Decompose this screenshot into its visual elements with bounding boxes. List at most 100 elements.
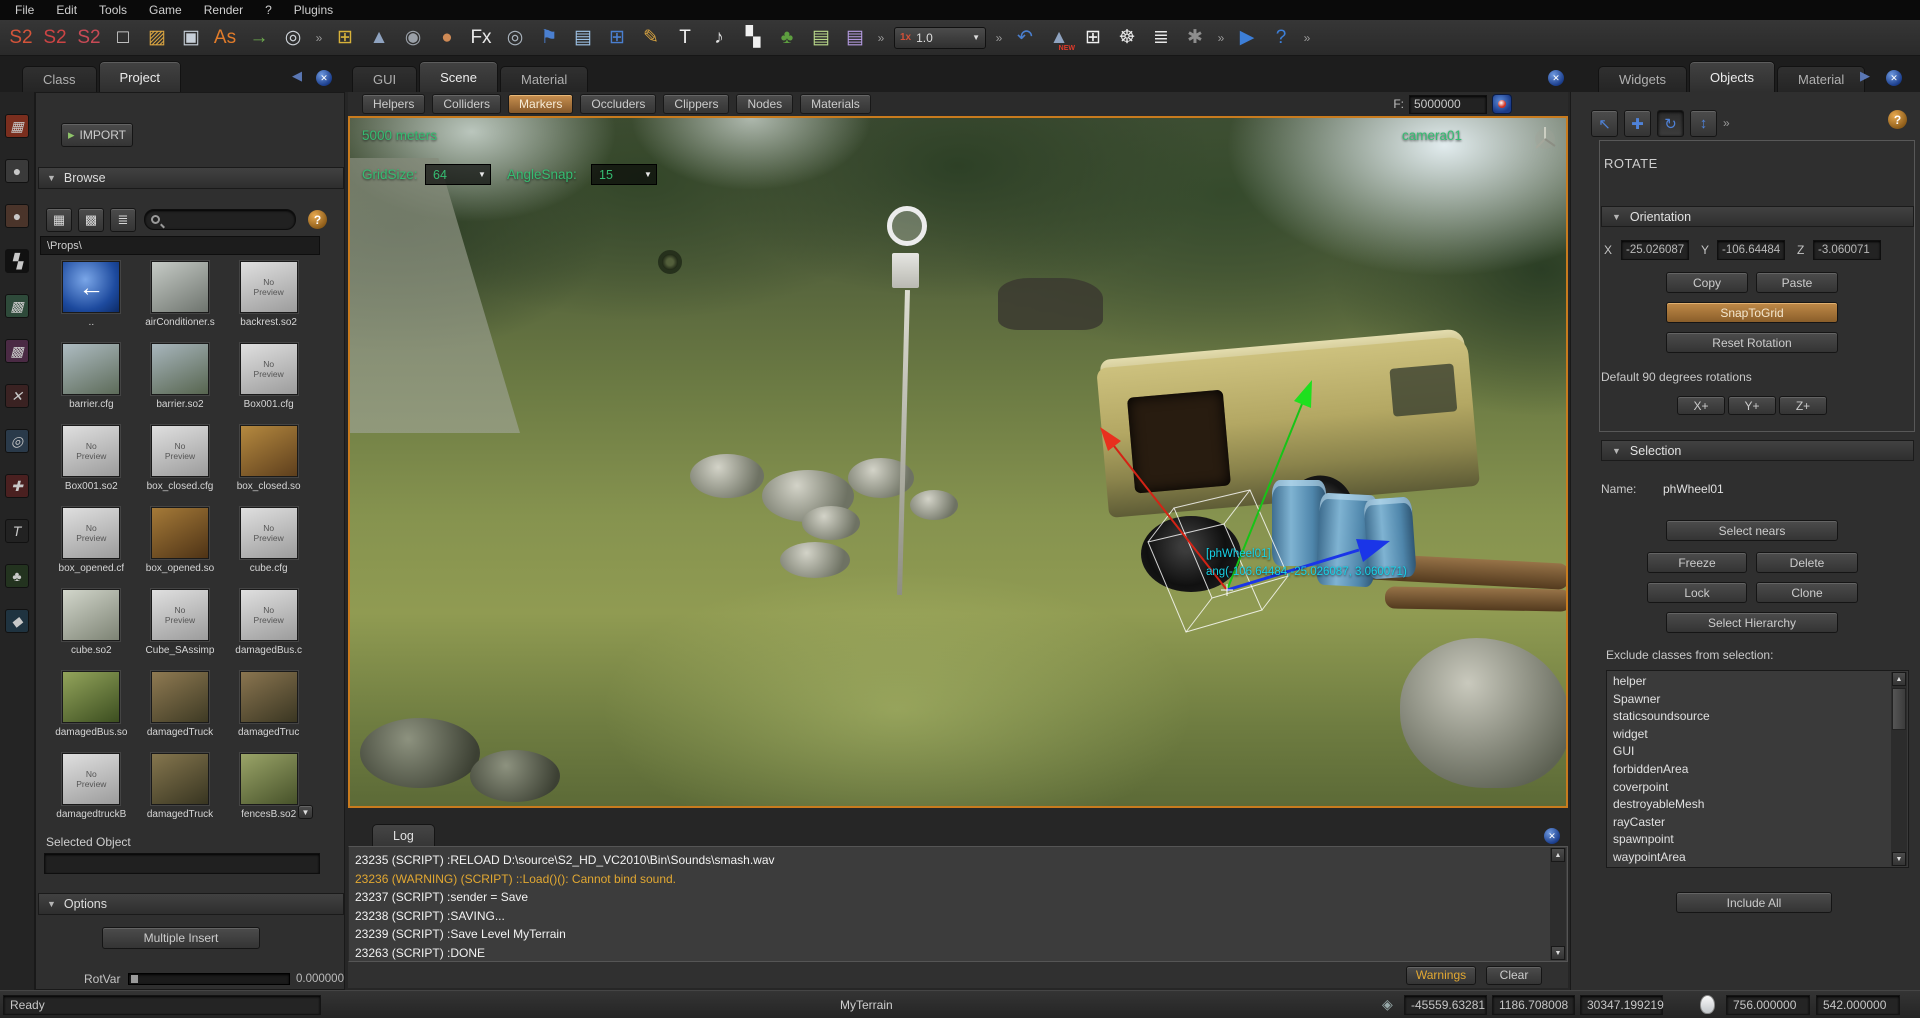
scene-mode-button[interactable]: Markers — [508, 94, 573, 114]
category-texture-icon[interactable]: ▩ — [5, 294, 29, 318]
scene-mode-button[interactable]: Helpers — [362, 94, 425, 114]
asset-item[interactable]: barrier.so2 — [137, 343, 224, 416]
center-view-tab[interactable]: Scene — [419, 61, 498, 92]
toolbar-overflow-icon[interactable]: » — [310, 23, 328, 53]
asset-item[interactable]: ← .. — [48, 261, 135, 334]
menu-item[interactable]: Tools — [88, 1, 138, 19]
asset-item[interactable]: No Preview cube.cfg — [225, 507, 312, 580]
delete-button[interactable]: Delete — [1756, 552, 1858, 573]
snapshot-icon[interactable] — [1492, 94, 1512, 114]
script-page-icon[interactable]: ▤ — [566, 23, 600, 53]
keyboard-icon[interactable]: ≣ — [1144, 23, 1178, 53]
panel-ball-icon[interactable]: ✕ — [1548, 70, 1564, 86]
select-nears-button[interactable]: Select nears — [1666, 520, 1838, 541]
clipboard-icon[interactable]: ✎ — [634, 23, 668, 53]
exclude-class-item[interactable]: coverpoint — [1613, 779, 1908, 797]
search-input[interactable] — [165, 213, 275, 227]
exclude-classes-list[interactable]: helperSpawnerstaticsoundsourcewidgetGUIf… — [1606, 670, 1909, 868]
browse-section-header[interactable]: ▼ Browse — [38, 167, 344, 189]
play-icon[interactable]: ▶ — [1230, 23, 1264, 53]
toolbar-overflow-icon[interactable]: » — [1298, 23, 1316, 53]
note-purple-icon[interactable]: ▤ — [838, 23, 872, 53]
open-folder-icon[interactable]: ▨ — [140, 23, 174, 53]
asset-item[interactable]: cube.so2 — [48, 589, 135, 662]
far-clip-input[interactable] — [1409, 95, 1487, 114]
menu-item[interactable]: Edit — [45, 1, 88, 19]
text-tool-icon[interactable]: T — [668, 23, 702, 53]
planet-icon[interactable]: ● — [430, 23, 464, 53]
exclude-class-item[interactable]: destroyableMesh — [1613, 796, 1908, 814]
tools-overflow-icon[interactable]: » — [1723, 116, 1730, 130]
save-as-icon[interactable]: As — [208, 23, 242, 53]
new-file-icon[interactable]: □ — [106, 23, 140, 53]
scene-mode-button[interactable]: Clippers — [663, 94, 729, 114]
rotate-y-plus-button[interactable]: Y+ — [1728, 396, 1776, 415]
list-view-button[interactable]: ≣ — [110, 208, 136, 232]
asset-item[interactable]: box_opened.so — [137, 507, 224, 580]
panel-ball-icon[interactable]: ✕ — [316, 70, 332, 86]
category-sphere-icon[interactable]: ● — [5, 159, 29, 183]
category-checker-icon[interactable]: ▚ — [5, 249, 29, 273]
scroll-down-icon[interactable]: ▼ — [1551, 946, 1565, 960]
vegetation-icon[interactable]: ♣ — [770, 23, 804, 53]
rubiks-cube-icon[interactable]: ⊞ — [328, 23, 362, 53]
viewport-3d[interactable]: 5000 meters camera01 GridSize: 64 ▼ Angl… — [348, 116, 1568, 808]
category-plant-icon[interactable]: ♣ — [5, 564, 29, 588]
scene-mode-button[interactable]: Materials — [800, 94, 871, 114]
scroll-up-icon[interactable]: ▲ — [1892, 672, 1906, 686]
asset-item[interactable]: box_closed.so — [225, 425, 312, 498]
category-health-icon[interactable]: ✚ — [5, 474, 29, 498]
log-console[interactable]: 23235 (SCRIPT) :RELOAD D:\source\S2_HD_V… — [348, 846, 1568, 962]
asset-item[interactable]: No Preview box_opened.cf — [48, 507, 135, 580]
scale-combo[interactable]: 1x 1.0 ▼ — [894, 27, 986, 49]
asset-item[interactable]: damagedTruc — [225, 671, 312, 744]
copy-button[interactable]: Copy — [1666, 272, 1748, 293]
slider-handle[interactable] — [131, 975, 138, 983]
asset-item[interactable]: airConditioner.s — [137, 261, 224, 334]
menu-item[interactable]: Game — [138, 1, 193, 19]
scrollbar-thumb[interactable] — [1892, 688, 1906, 730]
category-ball-icon[interactable]: ● — [5, 204, 29, 228]
toolbar-overflow-icon[interactable]: » — [990, 23, 1008, 53]
asset-search-box[interactable] — [144, 209, 296, 230]
scale-tool-icon[interactable]: ↕ — [1690, 110, 1717, 137]
left-panel-tab[interactable]: Project — [99, 61, 181, 92]
include-all-button[interactable]: Include All — [1676, 892, 1832, 913]
asset-item[interactable]: No Preview damagedBus.c — [225, 589, 312, 662]
large-icons-view-button[interactable]: ▦ — [46, 208, 72, 232]
hierarchy-icon[interactable]: ⊞ — [600, 23, 634, 53]
category-material-icon[interactable]: ▦ — [5, 114, 29, 138]
help-icon[interactable]: ? — [1888, 110, 1907, 129]
asset-item[interactable]: damagedTruck — [137, 753, 224, 826]
snowflake-icon[interactable]: ✱ — [1178, 23, 1212, 53]
center-view-tab[interactable]: GUI — [352, 66, 417, 92]
rotvar-slider[interactable] — [128, 973, 290, 985]
select-hierarchy-button[interactable]: Select Hierarchy — [1666, 612, 1838, 633]
exclude-class-item[interactable]: Spawner — [1613, 691, 1908, 709]
toolbar-overflow-icon[interactable]: » — [1212, 23, 1230, 53]
asset-item[interactable]: damagedBus.so — [48, 671, 135, 744]
clear-log-button[interactable]: Clear — [1486, 966, 1542, 985]
exclude-class-item[interactable]: spawnpoint — [1613, 831, 1908, 849]
menu-item[interactable]: File — [4, 1, 45, 19]
asset-item[interactable]: No Preview box_closed.cfg — [137, 425, 224, 498]
asset-item[interactable]: barrier.cfg — [48, 343, 135, 416]
warnings-button[interactable]: Warnings — [1406, 966, 1476, 985]
asset-item[interactable]: No Preview Box001.cfg — [225, 343, 312, 416]
rotate-z-plus-button[interactable]: Z+ — [1779, 396, 1827, 415]
gridsize-dropdown[interactable]: 64 ▼ — [425, 164, 491, 185]
freeze-button[interactable]: Freeze — [1647, 552, 1747, 573]
category-text-icon[interactable]: T — [5, 519, 29, 543]
exclude-class-item[interactable]: GUI — [1613, 743, 1908, 761]
menu-item[interactable]: ? — [254, 1, 283, 19]
sound-icon[interactable]: ♪ — [702, 23, 736, 53]
save-icon[interactable]: ▣ — [174, 23, 208, 53]
asset-item[interactable]: damagedTruck — [137, 671, 224, 744]
clone-button[interactable]: Clone — [1756, 582, 1858, 603]
center-view-tab[interactable]: Material — [500, 66, 588, 92]
toolbar-overflow-icon[interactable]: » — [872, 23, 890, 53]
terrain-icon[interactable]: ▲ — [362, 23, 396, 53]
selected-object-field[interactable] — [44, 853, 320, 874]
select-tool-icon[interactable]: ↖ — [1591, 110, 1618, 137]
right-panel-tab[interactable]: Widgets — [1598, 66, 1687, 92]
